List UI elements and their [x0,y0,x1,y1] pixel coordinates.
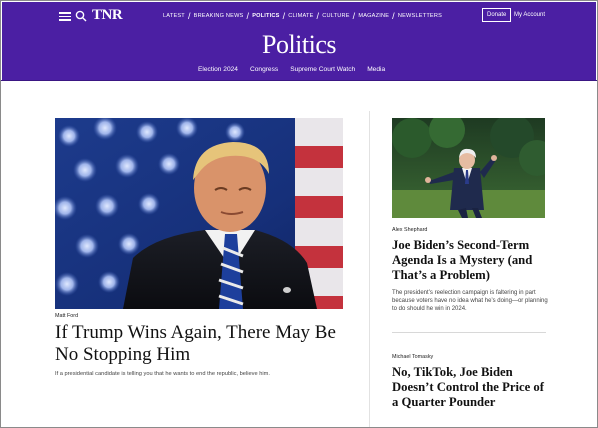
nav-separator: / [282,11,286,21]
lead-dek: If a presidential candidate is telling y… [55,371,270,377]
nav-item-culture[interactable]: CULTURE [321,13,350,19]
nav-separator: / [392,11,395,21]
section-title: Politics [261,30,337,59]
section-subnav: Election 2024 Congress Supreme Court Wat… [198,66,385,73]
lead-headline[interactable]: If Trump Wins Again, There May Be No Sto… [55,322,355,366]
side-headline-1[interactable]: Joe Biden’s Second-Term Agenda Is a Myst… [392,238,552,283]
site-header: TNR LATEST / BREAKING NEWS / POLITICS / … [2,2,596,80]
header-bottom-edge [1,80,597,81]
subnav-item-election-2024[interactable]: Election 2024 [198,66,238,73]
nav-item-latest[interactable]: LATEST [162,13,186,19]
side-headline-2[interactable]: No, TikTok, Joe Biden Doesn’t Control th… [392,365,552,410]
side-dek-1: The president’s reelection campaign is f… [392,290,548,312]
nav-item-magazine[interactable]: MAGAZINE [357,13,390,19]
nav-item-politics[interactable]: POLITICS [251,13,280,19]
nav-separator: / [187,11,191,21]
donate-button[interactable]: Donate [482,8,512,22]
top-navigation: LATEST / BREAKING NEWS / POLITICS / CLIM… [162,11,443,21]
site-logo[interactable]: TNR [92,7,123,24]
lead-author[interactable]: Matt Ford [55,313,78,319]
column-divider [369,111,370,427]
menu-icon[interactable] [59,12,71,21]
side-author-2[interactable]: Michael Tomasky [392,354,433,360]
story-divider [392,332,546,333]
nav-separator: / [246,11,250,21]
lead-story-image[interactable] [55,118,343,309]
nav-separator: / [352,11,356,21]
side-author-1[interactable]: Alex Shephard [392,227,427,233]
nav-item-newsletters[interactable]: NEWSLETTERS [397,13,443,19]
subnav-item-congress[interactable]: Congress [250,66,278,73]
subnav-item-supreme-court-watch[interactable]: Supreme Court Watch [290,66,355,73]
search-icon[interactable] [75,10,87,22]
page-frame: TNR LATEST / BREAKING NEWS / POLITICS / … [0,0,598,428]
nav-item-climate[interactable]: CLIMATE [287,13,314,19]
nav-item-breaking-news[interactable]: BREAKING NEWS [193,13,245,19]
my-account-link[interactable]: My Account [514,12,545,18]
side-story-image[interactable] [392,118,545,218]
nav-separator: / [316,11,320,21]
subnav-item-media[interactable]: Media [367,66,385,73]
